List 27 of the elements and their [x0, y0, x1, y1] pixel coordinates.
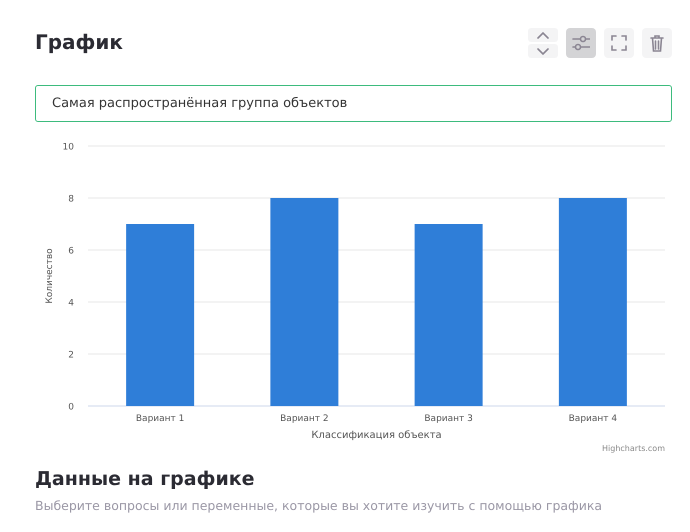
move-down-button[interactable] — [528, 44, 558, 58]
chevron-down-icon — [537, 48, 549, 54]
chevron-up-icon — [537, 32, 549, 38]
x-tick-label: Вариант 4 — [568, 414, 618, 424]
section-heading: Данные на графике — [35, 468, 256, 490]
sliders-icon — [572, 35, 590, 51]
fullscreen-button[interactable] — [604, 28, 634, 58]
x-tick-label: Вариант 2 — [280, 414, 329, 424]
x-axis-title: Классификация объекта — [311, 430, 442, 441]
y-axis-title: Количество — [45, 248, 55, 304]
title-input-field[interactable]: Самая распространённая группа объектов — [35, 85, 672, 122]
y-tick-label: 6 — [68, 246, 74, 256]
settings-button[interactable] — [566, 28, 596, 58]
trash-icon — [650, 34, 664, 52]
delete-button[interactable] — [642, 28, 672, 58]
y-tick-label: 4 — [68, 298, 74, 308]
y-tick-label: 8 — [68, 194, 74, 204]
section-description: Выберите вопросы или переменные, которые вы хотите изучить с помощью графика — [35, 498, 604, 513]
move-up-button[interactable] — [528, 28, 558, 42]
chart-title: График — [35, 30, 123, 54]
fullscreen-icon — [611, 35, 627, 51]
y-tick-label: 2 — [68, 350, 74, 360]
y-tick-label: 0 — [68, 402, 74, 412]
credits-link[interactable]: Highcharts.com — [602, 444, 665, 453]
x-tick-label: Вариант 3 — [424, 414, 473, 424]
y-tick-label: 10 — [62, 142, 74, 152]
x-tick-label: Вариант 1 — [136, 414, 184, 424]
